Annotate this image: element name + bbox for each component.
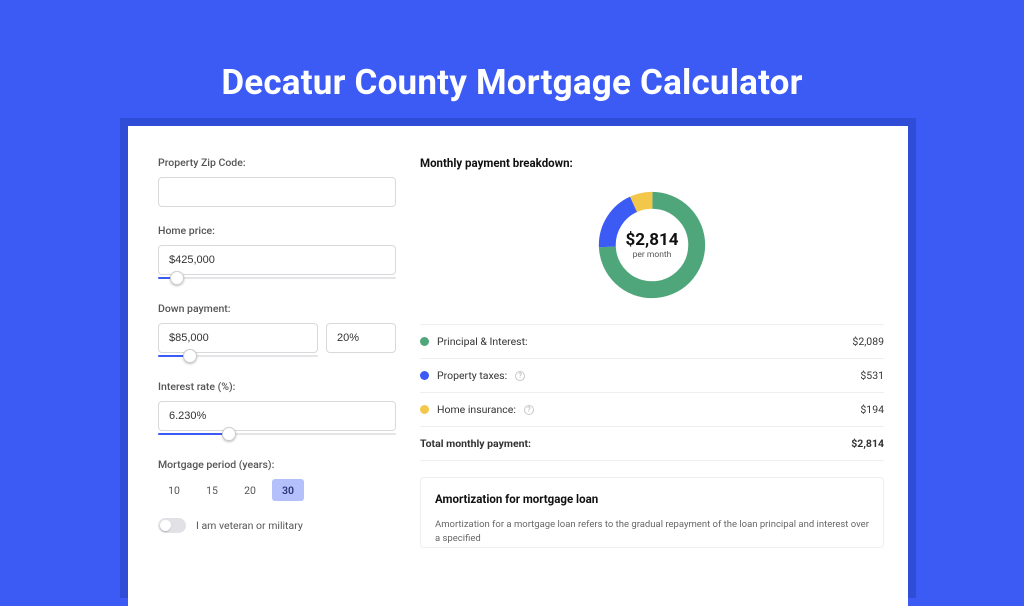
breakdown-title: Monthly payment breakdown: [420, 156, 884, 170]
period-option-10[interactable]: 10 [158, 479, 190, 501]
interest-rate-label: Interest rate (%): [158, 380, 396, 393]
veteran-toggle[interactable] [158, 518, 186, 533]
zip-group: Property Zip Code: [158, 156, 396, 207]
down-payment-group: Down payment: [158, 302, 396, 363]
calculator-card: Property Zip Code: Home price: Down paym… [128, 126, 908, 606]
down-payment-label: Down payment: [158, 302, 396, 315]
home-price-label: Home price: [158, 224, 396, 237]
period-option-20[interactable]: 20 [234, 479, 266, 501]
interest-rate-input[interactable] [158, 401, 396, 431]
info-icon[interactable]: ? [515, 371, 525, 381]
interest-rate-group: Interest rate (%): [158, 380, 396, 441]
veteran-label: I am veteran or military [196, 519, 303, 532]
breakdown-rows: Principal & Interest: $2,089 Property taxe… [420, 324, 884, 461]
period-option-30[interactable]: 30 [272, 479, 304, 501]
zip-label: Property Zip Code: [158, 156, 396, 169]
breakdown-row: Home insurance:? $194 [420, 392, 884, 426]
breakdown-label: Home insurance: [437, 403, 516, 416]
amortization-title: Amortization for mortgage loan [435, 492, 869, 506]
total-value: $2,814 [851, 437, 884, 450]
toggle-knob [160, 520, 171, 531]
period-group: Mortgage period (years): 10 15 20 30 [158, 458, 396, 501]
period-label: Mortgage period (years): [158, 458, 396, 471]
breakdown-value: $531 [860, 369, 884, 382]
down-payment-amount-input[interactable] [158, 323, 318, 353]
breakdown-value: $194 [860, 403, 884, 416]
breakdown-label: Principal & Interest: [437, 335, 528, 348]
period-options: 10 15 20 30 [158, 479, 396, 501]
interest-rate-slider[interactable] [158, 429, 396, 441]
slider-track [158, 277, 396, 279]
legend-dot [420, 405, 429, 414]
amortization-box: Amortization for mortgage loan Amortizat… [420, 477, 884, 548]
donut-center: $2,814 per month [593, 186, 711, 304]
donut-sub: per month [633, 250, 672, 260]
home-price-group: Home price: [158, 224, 396, 285]
info-icon[interactable]: ? [524, 405, 534, 415]
zip-input[interactable] [158, 177, 396, 207]
slider-fill [158, 433, 229, 435]
donut-chart-wrap: $2,814 per month [420, 180, 884, 310]
breakdown-row: Property taxes:? $531 [420, 358, 884, 392]
donut-chart: $2,814 per month [593, 186, 711, 304]
breakdown-column: Monthly payment breakdown: $2,814 per mo… [420, 156, 884, 606]
down-payment-percent-input[interactable] [326, 323, 396, 353]
slider-thumb[interactable] [222, 427, 236, 441]
donut-amount: $2,814 [626, 230, 679, 250]
slider-thumb[interactable] [183, 349, 197, 363]
legend-dot [420, 337, 429, 346]
total-label: Total monthly payment: [420, 437, 531, 450]
down-payment-slider[interactable] [158, 351, 318, 363]
slider-thumb[interactable] [170, 271, 184, 285]
breakdown-value: $2,089 [852, 335, 884, 348]
home-price-input[interactable] [158, 245, 396, 275]
breakdown-total-row: Total monthly payment: $2,814 [420, 426, 884, 461]
page-title: Decatur County Mortgage Calculator [0, 0, 1024, 103]
breakdown-row: Principal & Interest: $2,089 [420, 324, 884, 358]
legend-dot [420, 371, 429, 380]
amortization-text: Amortization for a mortgage loan refers … [435, 518, 869, 547]
veteran-row: I am veteran or military [158, 518, 396, 533]
form-column: Property Zip Code: Home price: Down paym… [158, 156, 396, 606]
breakdown-label: Property taxes: [437, 369, 507, 382]
home-price-slider[interactable] [158, 273, 396, 285]
period-option-15[interactable]: 15 [196, 479, 228, 501]
